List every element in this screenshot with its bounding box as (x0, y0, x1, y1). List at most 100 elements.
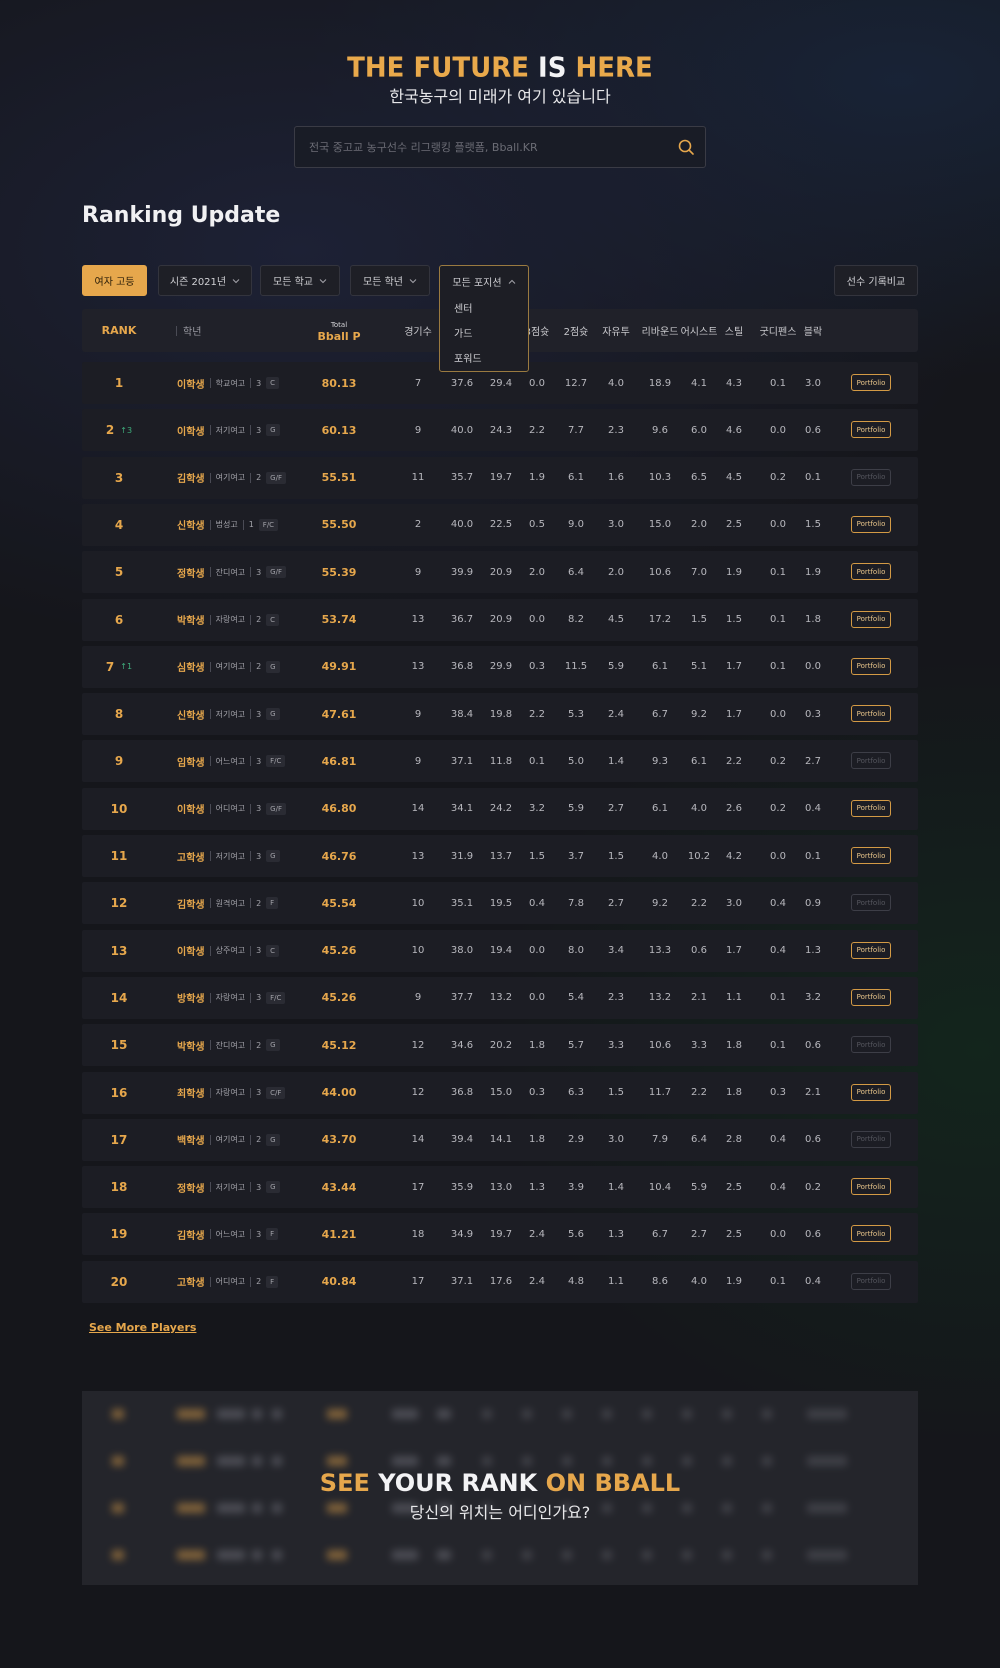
player-name[interactable]: 이학생 (177, 801, 205, 816)
col-year[interactable]: 학년 (183, 309, 223, 352)
table-row[interactable]: 13 이학생 상주여고 3 C 45.26 10 38.0 19.4 0.0 8.0 3.4 13.3 0… (82, 929, 918, 972)
position-filter-head[interactable]: 모든 포지션 (440, 266, 528, 297)
player-name[interactable]: 김학생 (177, 1227, 205, 1242)
player-name[interactable]: 최학생 (177, 1085, 205, 1100)
rank-change-up: ↑3 (120, 425, 133, 435)
player-name[interactable]: 고학생 (177, 1274, 205, 1289)
portfolio-button[interactable]: Portfolio (851, 610, 891, 628)
portfolio-button[interactable]: Portfolio (851, 941, 891, 959)
stat-blk: 0.9 (805, 897, 821, 909)
cta-text: SEE YOUR RANK ON BBALL 당신의 위치는 어디인가요? (82, 1469, 918, 1523)
position-option-center[interactable]: 센터 (440, 297, 528, 322)
bball-point: 45.26 (321, 991, 357, 1005)
portfolio-button[interactable]: Portfolio (851, 563, 891, 581)
player-name[interactable]: 이학생 (177, 376, 205, 391)
grade: 3 (256, 709, 262, 719)
table-row[interactable]: 12 김학생 원격여고 2 F 45.54 10 35.1 19.5 0.4 7.8 2.7 9.2 2.… (82, 882, 918, 925)
portfolio-button[interactable]: Portfolio (851, 847, 891, 864)
school-name: 저기여고 (215, 851, 246, 861)
stat-a: 35.7 (450, 472, 474, 484)
table-row[interactable]: 14 방학생 자랑여고 3 F/C 45.26 9 37.7 13.2 0.0 5.4 2.3 13.2… (82, 976, 918, 1019)
player-name[interactable]: 김학생 (177, 470, 205, 485)
see-more-players-link[interactable]: See More Players (89, 1321, 196, 1334)
compare-players-button[interactable]: 선수 기록비교 (834, 265, 918, 296)
stat-s2: 9.0 (568, 519, 584, 531)
bball-point: 49.91 (321, 660, 357, 674)
player-name[interactable]: 이학생 (177, 423, 205, 438)
hero-title-a: THE FUTURE (347, 52, 529, 84)
stat-ft: 1.3 (608, 1228, 624, 1240)
table-row[interactable]: 19 김학생 어느여고 3 F 41.21 18 34.9 19.7 2.4 5.6 1.3 6.7 2.… (82, 1213, 918, 1256)
grade-filter-dropdown[interactable]: 모든 학년 (350, 265, 430, 296)
table-row[interactable]: 2 ↑3 이학생 저기여고 3 G 60.13 9 40.0 24.3 2.2 7.7 2.3 9.6 6.… (82, 409, 918, 452)
player-name[interactable]: 정학생 (177, 1180, 205, 1195)
player-name[interactable]: 방학생 (177, 990, 205, 1005)
portfolio-button[interactable]: Portfolio (851, 515, 891, 533)
portfolio-button[interactable]: Portfolio (851, 1178, 891, 1196)
portfolio-button[interactable]: Portfolio (851, 988, 891, 1006)
player-name[interactable]: 임학생 (177, 754, 205, 769)
table-row[interactable]: 18 정학생 저기여고 3 G 43.44 17 35.9 13.0 1.3 3.9 1.4 10.4 5… (82, 1166, 918, 1209)
blurred-cell (252, 1409, 262, 1419)
player-name[interactable]: 신학생 (177, 517, 205, 532)
grade: 3 (256, 1088, 262, 1097)
division-filter-button[interactable]: 여자 고등 (82, 265, 147, 296)
portfolio-button[interactable]: Portfolio (851, 1225, 891, 1243)
stat-ft: 2.0 (608, 566, 624, 578)
col-games[interactable]: 경기수 (402, 309, 434, 352)
school-name: 어디여고 (215, 804, 246, 814)
portfolio-button[interactable]: Portfolio (851, 1083, 891, 1101)
stat-blk: 1.8 (805, 614, 821, 625)
col-good-defense[interactable]: 굿디펜스 (758, 309, 798, 352)
col-block[interactable]: 블락 (798, 309, 828, 352)
position-filter-dropdown[interactable]: 모든 포지션 센터 가드 포워드 (439, 265, 529, 372)
bball-point: 46.80 (321, 802, 357, 816)
col-assist[interactable]: 어시스트 (679, 309, 719, 352)
divider (250, 1040, 252, 1051)
col-rebound[interactable]: 리바운드 (640, 309, 680, 352)
table-row[interactable]: 3 김학생 여기여고 2 G/F 55.51 11 35.7 19.7 1.9 6.1 1.6 10.3… (82, 456, 918, 499)
portfolio-button[interactable]: Portfolio (851, 705, 891, 723)
table-row[interactable]: 5 정학생 잔디여고 3 G/F 55.39 9 39.9 20.9 2.0 6.4 2.0 10.6 7… (82, 551, 918, 594)
position-option-guard[interactable]: 가드 (440, 322, 528, 347)
season-filter-dropdown[interactable]: 시즌 2021년 (158, 265, 252, 296)
table-row[interactable]: 9 임학생 어느여고 3 F/C 46.81 9 37.1 11.8 0.1 5.0 1.4 9.3 6.… (82, 740, 918, 783)
table-row[interactable]: 17 백학생 여기여고 2 G 43.70 14 39.4 14.1 1.8 2.9 3.0 7.9 6.… (82, 1118, 918, 1161)
portfolio-button[interactable]: Portfolio (851, 657, 891, 675)
table-row[interactable]: 11 고학생 저기여고 3 G 46.76 13 31.9 13.7 1.5 3.7 1.5 4.0 10… (82, 835, 918, 877)
divider (250, 1276, 252, 1287)
col-freethrow[interactable]: 자유투 (601, 309, 631, 352)
table-row[interactable]: 16 최학생 자랑여고 3 C/F 44.00 12 36.8 15.0 0.3 6.3 1.5 11.… (82, 1071, 918, 1114)
col-bball-point[interactable]: Total Bball P (309, 309, 369, 352)
portfolio-button[interactable]: Portfolio (851, 799, 891, 817)
portfolio-button[interactable]: Portfolio (851, 374, 891, 391)
col-2pt[interactable]: 2점슛 (561, 309, 591, 352)
table-row[interactable]: 15 박학생 잔디여고 2 G 45.12 12 34.6 20.2 1.8 5.7 3.3 10.6 3… (82, 1024, 918, 1067)
grade: 3 (256, 425, 262, 435)
table-row[interactable]: 10 이학생 어디여고 3 G/F 46.80 14 34.1 24.2 3.2 5.9 2.7 6.1… (82, 787, 918, 830)
player-name[interactable]: 백학생 (177, 1132, 205, 1147)
col-rank[interactable]: RANK (82, 309, 156, 352)
player-name[interactable]: 박학생 (177, 1038, 205, 1053)
player-name[interactable]: 박학생 (177, 612, 205, 627)
table-row[interactable]: 4 신학생 법성고 1 F/C 55.50 2 40.0 22.5 0.5 9.0 3.0 15.0 2.… (82, 503, 918, 546)
player-name[interactable]: 심학생 (177, 659, 205, 674)
table-row[interactable]: 6 박학생 자랑여고 2 C 53.74 13 36.7 20.9 0.0 8.2 4.5 17.2 1.… (82, 598, 918, 641)
player-name[interactable]: 정학생 (177, 565, 205, 580)
table-row[interactable]: 7 ↑1 심학생 여기여고 2 G 49.91 13 36.8 29.9 0.3 11.5 5.9 6.1… (82, 645, 918, 688)
player-name[interactable]: 신학생 (177, 707, 205, 722)
player-name[interactable]: 김학생 (177, 896, 205, 911)
stat-stl: 1.9 (726, 1276, 742, 1288)
player-name[interactable]: 고학생 (177, 849, 205, 864)
school-filter-dropdown[interactable]: 모든 학교 (260, 265, 340, 296)
col-steal[interactable]: 스틸 (719, 309, 749, 352)
player-name[interactable]: 이학생 (177, 943, 205, 958)
portfolio-button[interactable]: Portfolio (851, 421, 891, 439)
position-option-forward[interactable]: 포워드 (440, 347, 528, 372)
search-input[interactable] (295, 127, 655, 167)
table-row[interactable]: 8 신학생 저기여고 3 G 47.61 9 38.4 19.8 2.2 5.3 2.4 6.7 9.2 1… (82, 693, 918, 736)
stat-reb: 10.6 (648, 1039, 672, 1051)
table-row[interactable]: 20 고학생 어디여고 2 F 40.84 17 37.1 17.6 2.4 4.8 1.1 8.6 4.… (82, 1260, 918, 1303)
blurred-cell (722, 1409, 732, 1419)
search-icon[interactable] (677, 138, 695, 156)
